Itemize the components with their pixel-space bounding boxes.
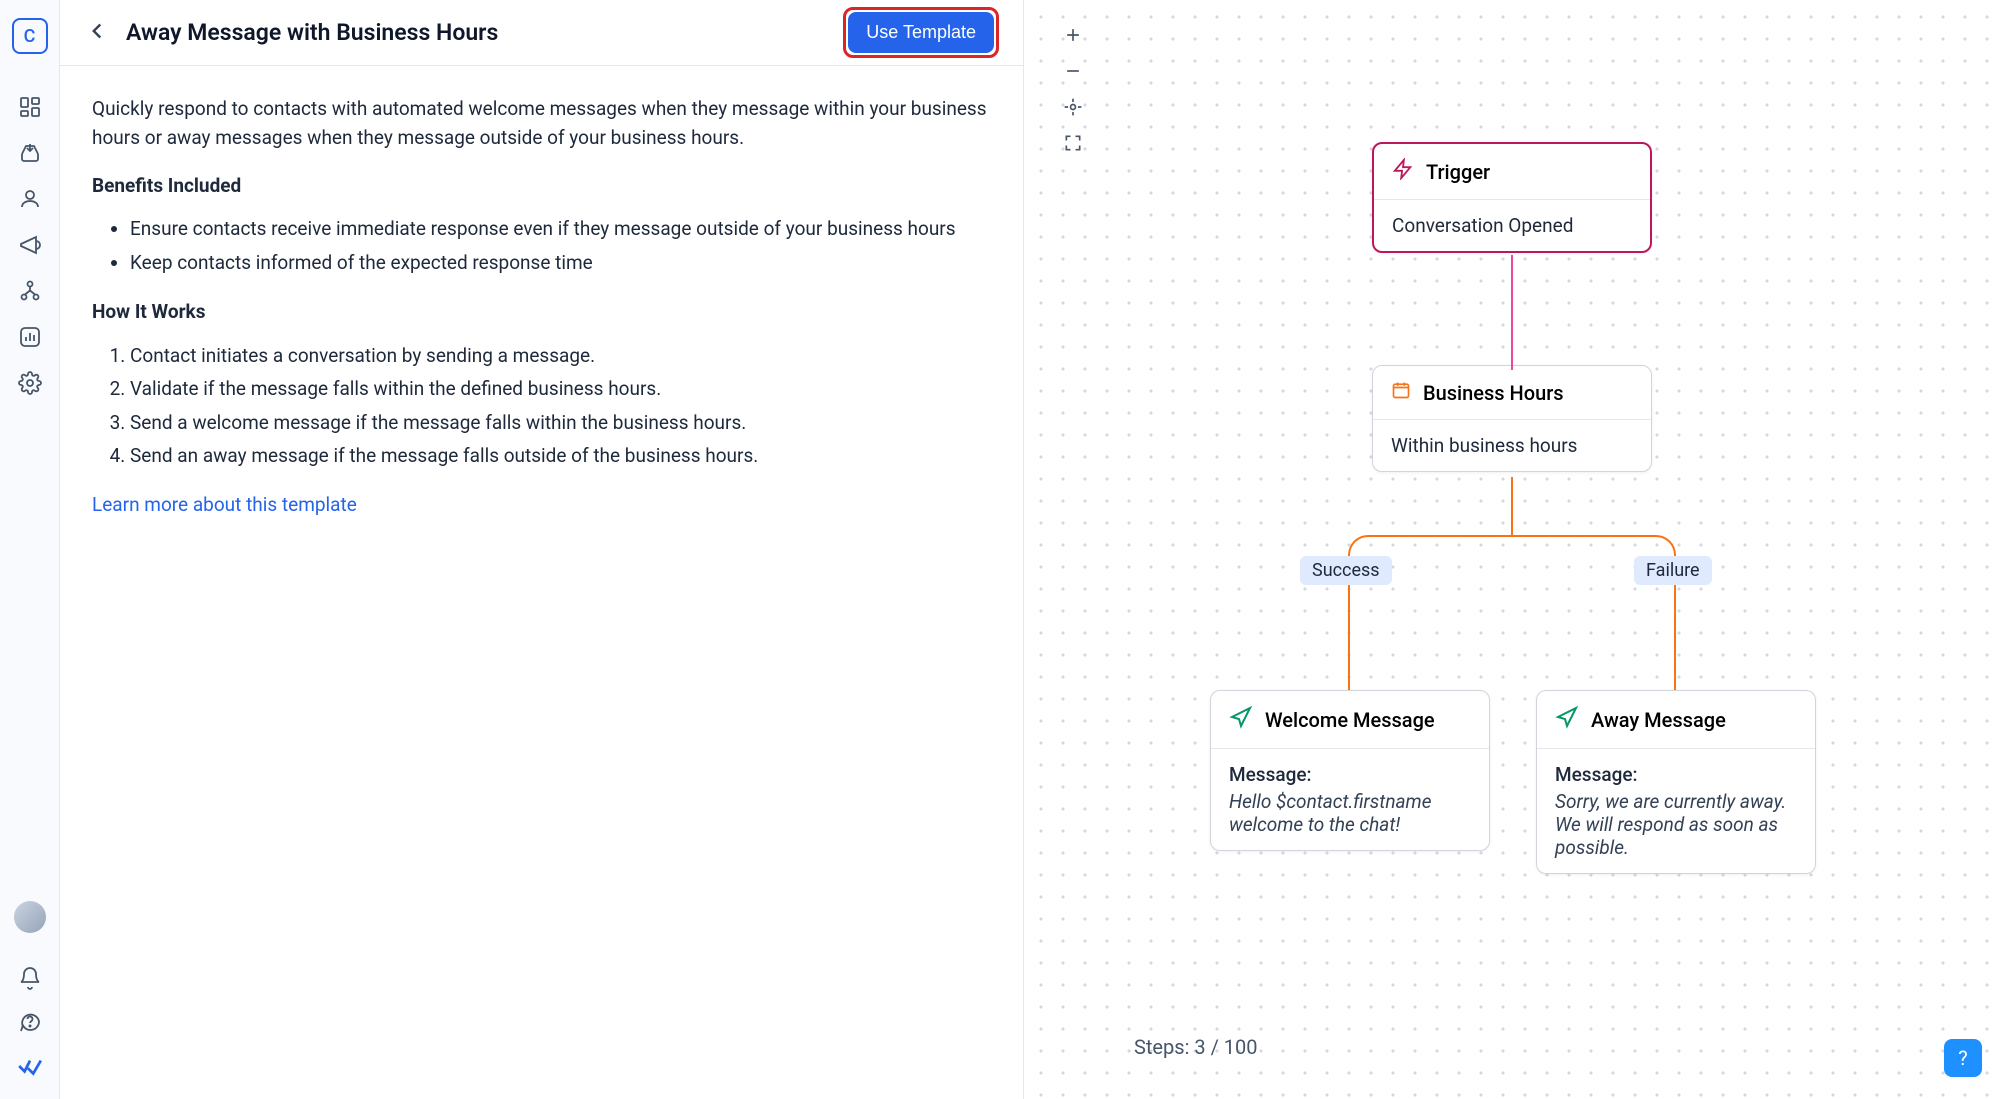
detail-panel: Away Message with Business Hours Use Tem… [60, 0, 1024, 1099]
use-template-button[interactable]: Use Template [848, 12, 994, 53]
user-avatar[interactable] [14, 901, 46, 933]
connector-trigger-business [1511, 255, 1513, 370]
zoom-out-button[interactable] [1058, 56, 1088, 86]
branch-connector [1348, 535, 1676, 565]
fullscreen-button[interactable] [1058, 128, 1088, 158]
use-template-highlight: Use Template [843, 7, 999, 58]
brand-check-icon[interactable] [17, 1053, 43, 1079]
send-icon [1229, 705, 1253, 734]
how-step: Contact initiates a conversation by send… [130, 341, 991, 370]
flow-node-away-message[interactable]: Away Message Message: Sorry, we are curr… [1536, 690, 1816, 874]
sidebar-logo[interactable]: C [12, 18, 48, 54]
workflow-icon[interactable] [17, 278, 43, 304]
broadcast-icon[interactable] [17, 232, 43, 258]
business-title: Business Hours [1423, 381, 1564, 405]
calendar-icon [1391, 380, 1411, 405]
benefits-heading: Benefits Included [92, 171, 991, 200]
flow-node-business-hours[interactable]: Business Hours Within business hours [1372, 365, 1652, 472]
zoom-controls [1058, 20, 1088, 158]
branch-failure-label: Failure [1634, 556, 1712, 585]
welcome-msg-label: Message: [1229, 763, 1471, 786]
away-msg-text: Sorry, we are currently away. We will re… [1555, 790, 1797, 859]
page-title: Away Message with Business Hours [126, 19, 827, 46]
business-body: Within business hours [1373, 420, 1651, 471]
notifications-icon[interactable] [17, 965, 43, 991]
how-step: Validate if the message falls within the… [130, 374, 991, 403]
dashboard-icon[interactable] [17, 94, 43, 120]
detail-body: Quickly respond to contacts with automat… [60, 66, 1023, 548]
send-icon [1555, 705, 1579, 734]
benefit-item: Keep contacts informed of the expected r… [130, 248, 991, 277]
steps-counter: Steps: 3 / 100 [1134, 1035, 1258, 1059]
contacts-icon[interactable] [17, 186, 43, 212]
how-step: Send a welcome message if the message fa… [130, 408, 991, 437]
welcome-title: Welcome Message [1265, 708, 1435, 732]
intro-text: Quickly respond to contacts with automat… [92, 94, 991, 153]
trigger-title: Trigger [1426, 160, 1490, 184]
branch-success-label: Success [1300, 556, 1392, 585]
how-step: Send an away message if the message fall… [130, 441, 991, 470]
learn-more-link[interactable]: Learn more about this template [92, 493, 357, 516]
how-list: Contact initiates a conversation by send… [92, 341, 991, 471]
away-msg-label: Message: [1555, 763, 1797, 786]
connector-business-branch [1511, 477, 1513, 537]
sidebar: C [0, 0, 60, 1099]
benefit-item: Ensure contacts receive immediate respon… [130, 214, 991, 243]
help-bubble[interactable]: ? [1944, 1039, 1982, 1077]
benefits-list: Ensure contacts receive immediate respon… [92, 214, 991, 277]
help-icon[interactable] [17, 1009, 43, 1035]
flow-node-trigger[interactable]: Trigger Conversation Opened [1372, 142, 1652, 253]
detail-header: Away Message with Business Hours Use Tem… [60, 0, 1023, 66]
flow-node-welcome-message[interactable]: Welcome Message Message: Hello $contact.… [1210, 690, 1490, 851]
center-button[interactable] [1058, 92, 1088, 122]
how-heading: How It Works [92, 297, 991, 326]
zoom-in-button[interactable] [1058, 20, 1088, 50]
away-title: Away Message [1591, 708, 1726, 732]
trigger-icon [1392, 158, 1414, 185]
back-button[interactable] [84, 18, 110, 48]
settings-icon[interactable] [17, 370, 43, 396]
inbox-icon[interactable] [17, 140, 43, 166]
trigger-body: Conversation Opened [1374, 200, 1650, 251]
reports-icon[interactable] [17, 324, 43, 350]
flow-canvas[interactable]: Steps: 3 / 100 Success Failure Trigger C… [1024, 0, 2000, 1099]
welcome-msg-text: Hello $contact.firstname welcome to the … [1229, 790, 1471, 836]
